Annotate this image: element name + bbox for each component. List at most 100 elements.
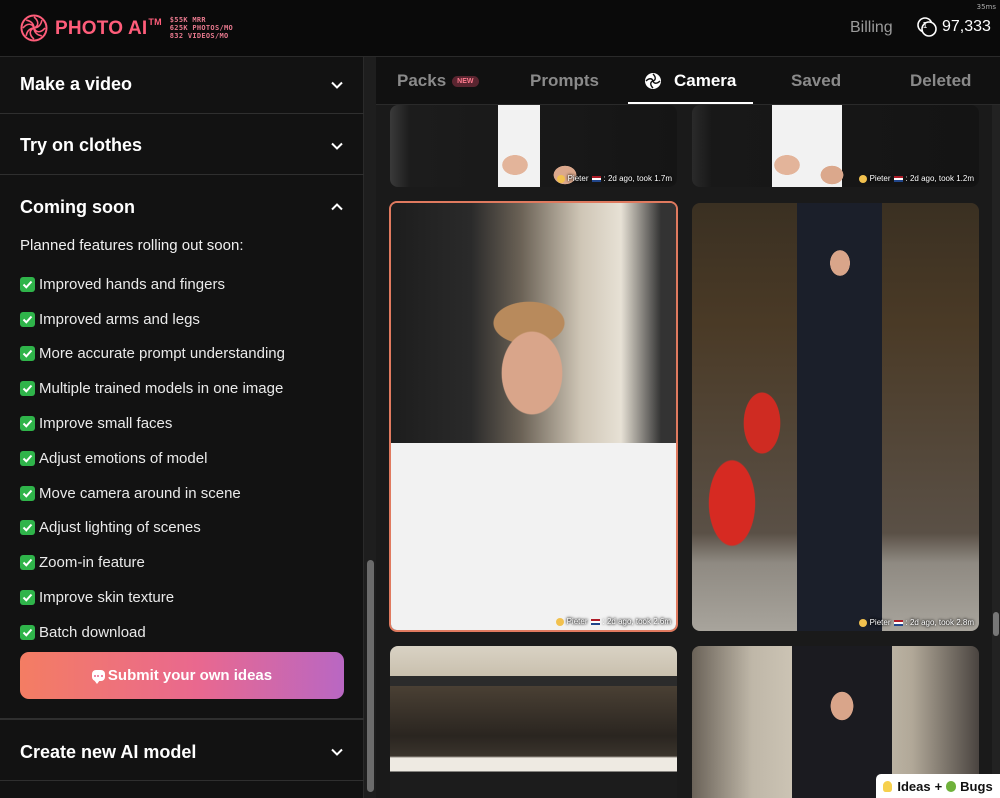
aperture-icon (645, 73, 661, 89)
checkmark-icon (20, 381, 35, 397)
tab-deleted[interactable]: Deleted (910, 71, 971, 91)
user-emoji-icon (555, 617, 564, 626)
chevron-up-icon[interactable] (330, 200, 344, 214)
aperture-logo-icon (20, 14, 48, 42)
checkmark-icon (20, 520, 35, 536)
tab-prompts[interactable]: Prompts (530, 71, 599, 91)
ideas-label: Ideas (897, 778, 931, 794)
logo[interactable]: PHOTO AITM $55K MRR 625K PHOTOS/MO 832 V… (20, 14, 233, 42)
billing-link[interactable]: Billing (850, 19, 893, 37)
gallery-photo-4[interactable]: Pieter: 2d ago, took 2.8m (692, 203, 979, 631)
logo-text: PHOTO AITM (55, 16, 162, 39)
latency-readout: 35ms (976, 3, 996, 11)
stats-block: $55K MRR 625K PHOTOS/MO 832 VIDEOS/MO (170, 16, 233, 40)
feature-item: Improve skin texture (20, 580, 285, 615)
checkmark-icon (20, 590, 35, 606)
feature-label: Improve skin texture (39, 589, 175, 607)
tab-camera[interactable]: Camera (644, 71, 736, 91)
feature-label: Batch download (39, 623, 146, 641)
sidebar: Make a video Try on clothes Coming soon … (0, 57, 364, 798)
gallery-photo-5[interactable] (390, 646, 677, 798)
gallery-scrollbar-track[interactable] (992, 105, 1000, 798)
bugs-label: Bugs (960, 778, 993, 794)
accordion-create-model[interactable]: Create new AI model (0, 719, 364, 781)
accordion-title: Try on clothes (20, 135, 143, 155)
tab-label: Prompts (530, 71, 599, 90)
flag-nl-icon (591, 175, 601, 182)
submit-ideas-label: Submit your own ideas (107, 667, 273, 684)
accordion-title[interactable]: Coming soon (20, 197, 135, 218)
accordion-title: Make a video (20, 74, 133, 94)
feature-label: Zoom-in feature (39, 554, 145, 572)
lightbulb-icon (883, 780, 893, 792)
checkmark-icon (20, 346, 35, 362)
photo-storefront (390, 646, 677, 798)
stat-photos: 625K PHOTOS/MO (169, 24, 233, 32)
flag-nl-icon (893, 175, 903, 182)
accordion-title: Create new AI model (20, 742, 197, 762)
feature-item: Move camera around in scene (20, 476, 285, 511)
gallery-photo-1[interactable]: Pieter: 2d ago, took 1.7m (390, 105, 677, 187)
flag-nl-icon (590, 618, 600, 625)
feature-label: Adjust emotions of model (39, 449, 208, 467)
flag-nl-icon (893, 619, 903, 626)
feature-list: Improved hands and fingers Improved arms … (20, 267, 285, 650)
tab-saved[interactable]: Saved (791, 71, 841, 91)
credits-value: 97,333 (942, 18, 991, 35)
tab-label: Deleted (910, 71, 972, 90)
feature-label: Improved arms and legs (39, 310, 200, 328)
photo-paris-portrait (391, 203, 676, 630)
photo-street-scooters (692, 203, 979, 631)
submit-ideas-button[interactable]: Submit your own ideas (20, 652, 344, 699)
user-emoji-icon (858, 174, 867, 183)
speech-bubble-icon (91, 670, 105, 684)
feature-item: Zoom-in feature (20, 545, 285, 580)
chevron-down-icon (331, 81, 343, 89)
checkmark-icon (20, 450, 35, 466)
feature-item: Improve small faces (20, 406, 285, 441)
checkmark-icon (20, 555, 35, 571)
tab-label: Saved (791, 71, 842, 90)
feature-item: Improved hands and fingers (20, 267, 285, 302)
stat-videos: 832 VIDEOS/MO (169, 32, 229, 40)
accordion-make-video[interactable]: Make a video (0, 57, 364, 114)
checkmark-icon (20, 311, 35, 327)
credits-counter[interactable]: 1 97,333 (916, 16, 991, 38)
checkmark-icon (20, 624, 35, 640)
feature-label: Improve small faces (39, 415, 173, 433)
svg-text:1: 1 (923, 21, 928, 30)
user-emoji-icon (556, 174, 565, 183)
gallery-scrollbar-thumb[interactable] (993, 612, 999, 636)
features-intro: Planned features rolling out soon: (20, 237, 244, 254)
gallery-photo-3-selected[interactable]: Pieter: 2d ago, took 2.6m (389, 201, 678, 632)
feature-item: Batch download (20, 615, 285, 650)
feature-label: Multiple trained models in one image (39, 380, 284, 398)
checkmark-icon (20, 485, 35, 501)
accordion-try-on-clothes[interactable]: Try on clothes (0, 114, 364, 175)
user-emoji-icon (858, 618, 867, 627)
feature-label: Adjust lighting of scenes (39, 519, 201, 537)
plus-label: + (934, 778, 943, 794)
feature-item: Adjust lighting of scenes (20, 511, 285, 546)
ideas-bugs-button[interactable]: Ideas + Bugs (876, 774, 1000, 798)
photo-caption: Pieter: 2d ago, took 1.7m (556, 174, 672, 183)
tab-label: Camera (674, 71, 737, 90)
active-tab-indicator (628, 102, 753, 104)
new-badge: NEW (452, 75, 479, 87)
credits-icon: 1 (917, 17, 937, 37)
feature-item: Improved arms and legs (20, 302, 285, 337)
tab-bar: Packs NEW Prompts Camera Saved Deleted (376, 57, 1000, 105)
photo-caption: Pieter: 2d ago, took 1.2m (858, 174, 974, 183)
feature-item: More accurate prompt understanding (20, 337, 285, 372)
bug-icon (946, 780, 957, 792)
feature-item: Adjust emotions of model (20, 441, 285, 476)
photo-caption: Pieter: 2d ago, took 2.8m (858, 618, 974, 627)
feature-label: More accurate prompt understanding (39, 345, 285, 363)
tab-packs[interactable]: Packs NEW (397, 71, 479, 91)
gallery-photo-2[interactable]: Pieter: 2d ago, took 1.2m (692, 105, 979, 187)
top-bar: PHOTO AITM $55K MRR 625K PHOTOS/MO 832 V… (0, 0, 1000, 57)
sidebar-scrollbar-thumb[interactable] (367, 560, 374, 792)
tab-label: Packs (397, 71, 447, 90)
chevron-down-icon (331, 748, 343, 756)
photo-caption: Pieter: 2d ago, took 2.6m (555, 617, 671, 626)
